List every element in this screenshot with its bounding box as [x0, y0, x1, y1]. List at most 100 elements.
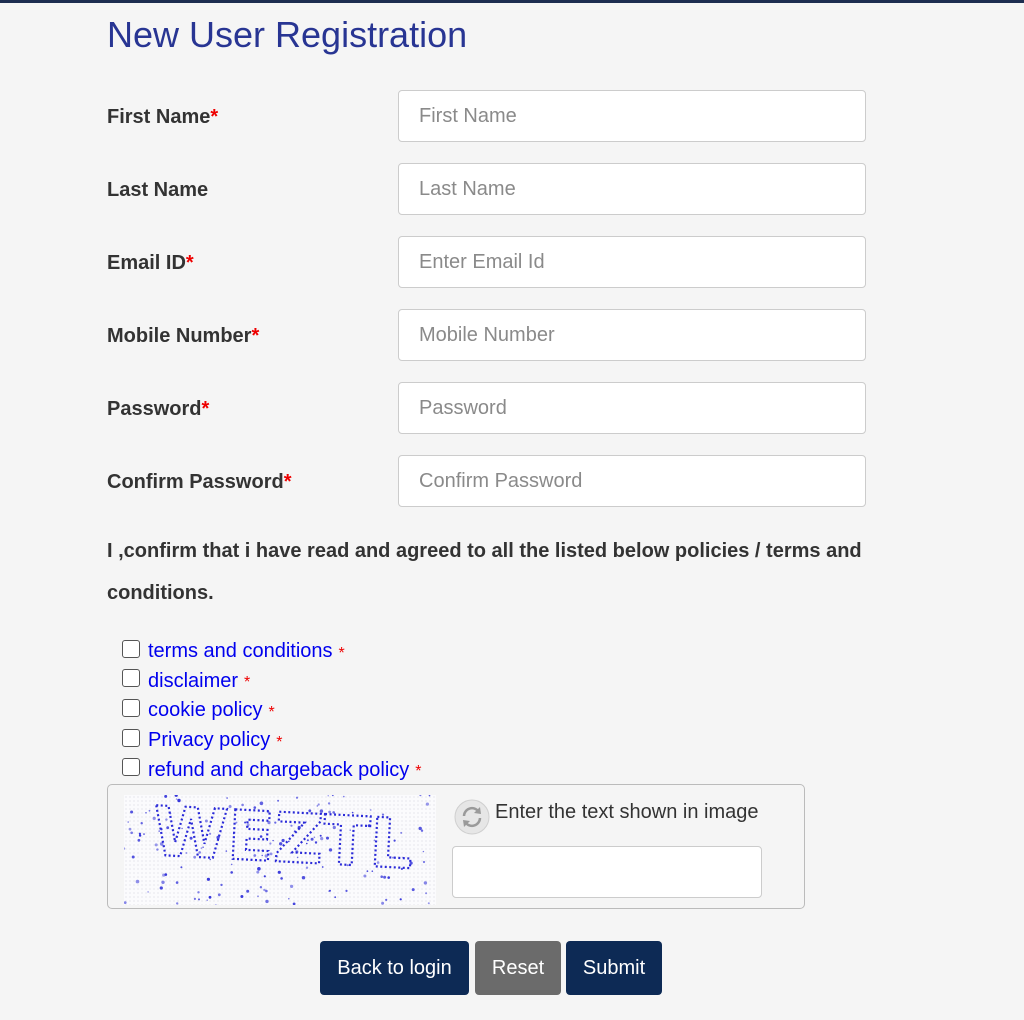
captcha-noise-dot [135, 879, 140, 884]
captcha-noise-dot [334, 896, 337, 899]
password-label: Password* [107, 398, 209, 421]
captcha-noise-dot [411, 888, 415, 892]
captcha-noise-dot [131, 855, 135, 859]
submit-button[interactable]: Submit [566, 941, 662, 995]
email-label: Email ID* [107, 252, 194, 275]
captcha-noise-dot [328, 890, 330, 892]
captcha-noise-dot [385, 898, 388, 901]
reset-button[interactable]: Reset [475, 941, 561, 995]
captcha-label: Enter the text shown in image [495, 801, 759, 823]
mobile-input[interactable] [398, 309, 866, 361]
captcha-noise-dot [137, 838, 141, 842]
password-input[interactable] [398, 382, 866, 434]
email-input[interactable] [398, 236, 866, 288]
confirm-password-label: Confirm Password* [107, 471, 292, 494]
cookie-checkbox[interactable] [122, 698, 140, 717]
disclaimer-checkbox[interactable] [122, 669, 140, 688]
back-to-login-button[interactable]: Back to login [320, 941, 469, 995]
confirm-password-input[interactable] [398, 455, 866, 507]
captcha-noise-dot [159, 886, 163, 890]
captcha-noise-dot [288, 897, 290, 900]
captcha-noise-dot [130, 831, 133, 835]
captcha-noise-dot [343, 795, 345, 798]
captcha-noise-dot [197, 891, 200, 894]
captcha-noise-dot [143, 833, 145, 836]
privacy-checkbox[interactable] [122, 728, 140, 747]
captcha-noise-dot [130, 810, 134, 814]
captcha-noise-dot [427, 902, 430, 905]
mobile-label-text: Mobile Number [107, 325, 252, 347]
policy-item-privacy: Privacy policy * [122, 726, 422, 756]
captcha-image: WEZTL [124, 795, 436, 905]
captcha-noise-dot [127, 821, 129, 823]
policy-item-refund: refund and chargeback policy * [122, 755, 422, 785]
captcha-noise-dot [140, 822, 143, 825]
last-name-label-text: Last Name [107, 179, 209, 201]
policy-item-terms: terms and conditions * [122, 637, 422, 667]
captcha-noise-dot [422, 860, 426, 864]
captcha-box: WEZTL Enter the text shown in image [107, 784, 805, 909]
required-marker: * [185, 252, 194, 274]
required-marker: * [338, 644, 345, 662]
first-name-label: First Name* [107, 106, 218, 129]
captcha-noise-dot [206, 899, 208, 901]
disclaimer-link[interactable]: disclaimer [148, 670, 238, 693]
required-marker: * [210, 106, 219, 128]
last-name-input[interactable] [398, 163, 866, 215]
captcha-noise-dot [246, 889, 250, 893]
captcha-noise-dot [399, 898, 402, 901]
captcha-noise-dot [295, 796, 299, 799]
captcha-noise-dot [220, 883, 223, 887]
terms-link[interactable]: terms and conditions [148, 640, 333, 663]
captcha-noise-dot [138, 832, 141, 835]
captcha-noise-dot [175, 881, 179, 884]
password-label-text: Password [107, 398, 202, 420]
first-name-input[interactable] [398, 90, 866, 142]
captcha-noise-dot [259, 886, 263, 889]
terms-checkbox[interactable] [122, 639, 140, 658]
captcha-noise-dot [425, 892, 428, 895]
captcha-noise-dot [217, 893, 221, 897]
required-marker: * [201, 398, 210, 420]
policy-list: terms and conditions * disclaimer * cook… [122, 637, 422, 785]
captcha-noise-dot [148, 809, 151, 812]
captcha-input[interactable] [452, 846, 762, 898]
page-title: New User Registration [107, 14, 468, 55]
cookie-link[interactable]: cookie policy [148, 699, 263, 722]
captcha-noise-dot [423, 881, 428, 885]
mobile-label: Mobile Number* [107, 325, 259, 348]
email-label-text: Email ID [107, 252, 186, 274]
required-marker: * [283, 471, 292, 493]
refund-link[interactable]: refund and chargeback policy [148, 759, 409, 782]
required-marker: * [251, 325, 260, 347]
captcha-noise-dot [147, 891, 149, 893]
required-marker: * [276, 733, 283, 751]
captcha-noise-dot [422, 850, 425, 853]
captcha-noise-dot [263, 888, 266, 892]
required-marker: * [415, 763, 422, 781]
top-border [0, 0, 1024, 3]
captcha-noise-dot [198, 898, 200, 901]
captcha-noise-dot [418, 826, 422, 831]
captcha-noise-dot [345, 889, 348, 892]
last-name-label: Last Name [107, 179, 208, 202]
captcha-noise-dot [265, 899, 269, 904]
captcha-noise-dot [425, 802, 429, 806]
refund-checkbox[interactable] [122, 758, 140, 777]
refresh-icon[interactable] [454, 799, 490, 835]
captcha-noise-dot [164, 873, 168, 876]
captcha-noise-dot [161, 880, 165, 884]
captcha-text: WEZTL [151, 795, 415, 885]
captcha-noise-dot [257, 895, 259, 898]
captcha-noise-dot [128, 827, 132, 831]
required-marker: * [268, 703, 275, 721]
first-name-label-text: First Name [107, 106, 211, 128]
captcha-noise-dot [145, 812, 147, 814]
required-marker: * [244, 674, 251, 692]
captcha-noise-dot [206, 877, 210, 881]
captcha-noise-dot [327, 795, 329, 797]
privacy-link[interactable]: Privacy policy [148, 729, 270, 752]
policy-item-cookie: cookie policy * [122, 696, 422, 726]
captcha-noise-dot [176, 902, 179, 905]
confirm-password-label-text: Confirm Password [107, 471, 284, 493]
